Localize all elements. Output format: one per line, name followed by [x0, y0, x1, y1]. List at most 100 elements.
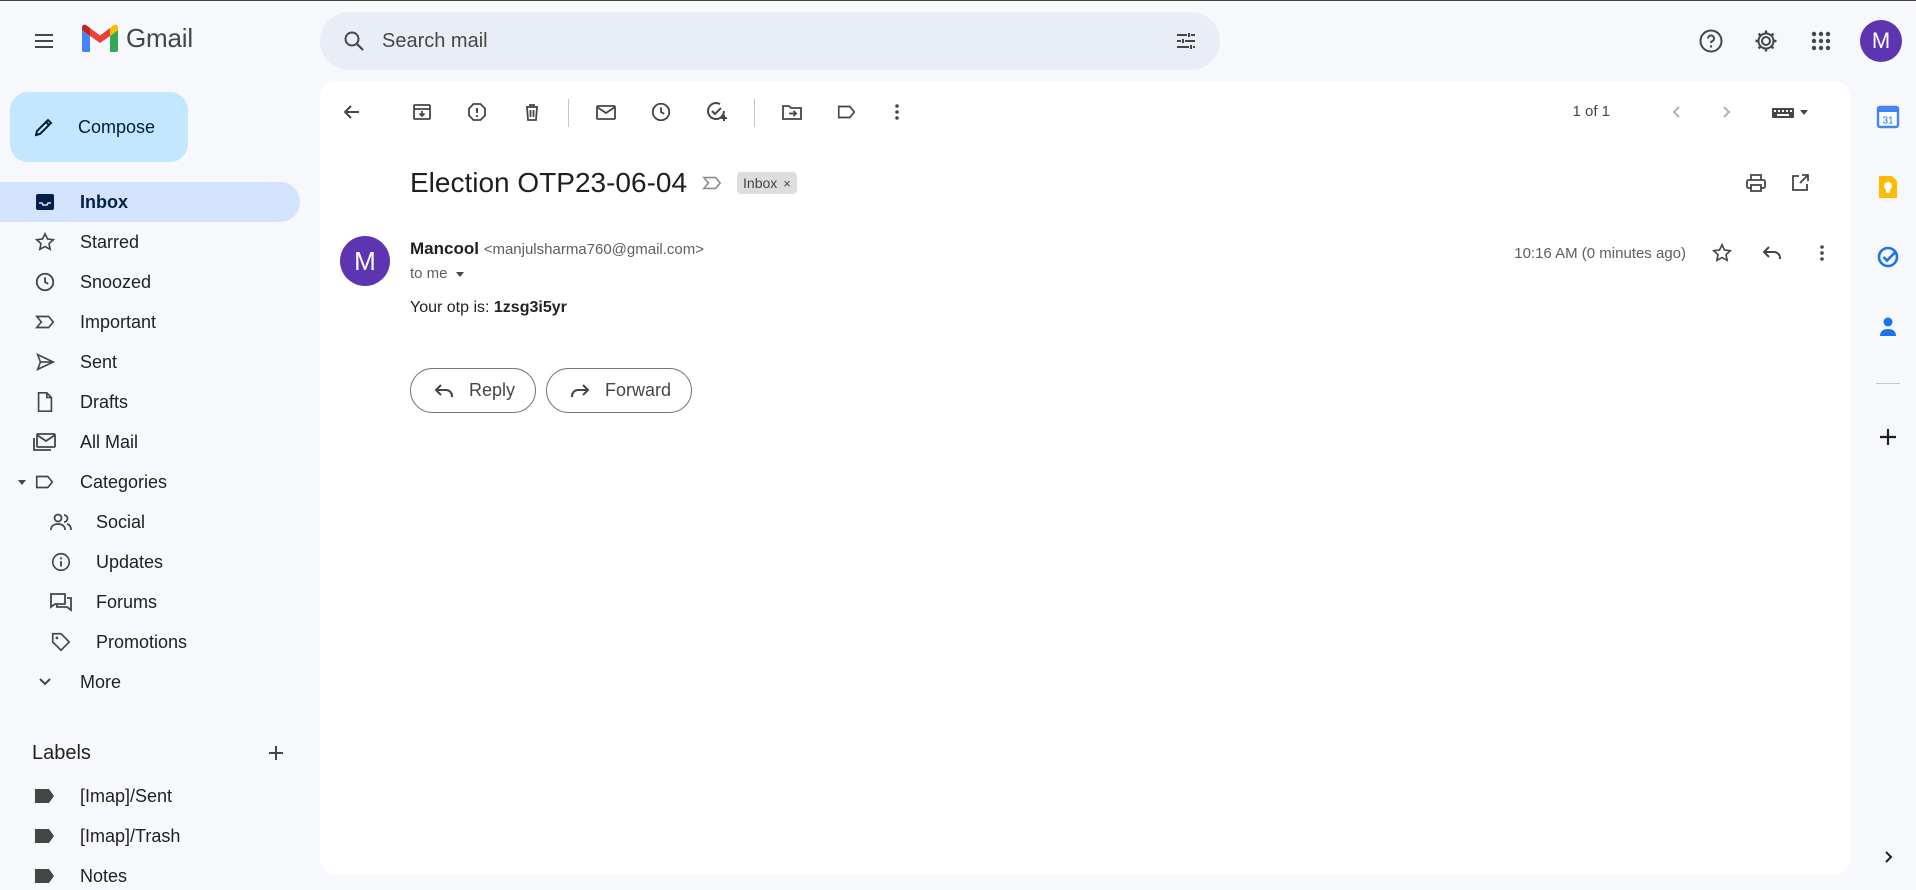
- back-button[interactable]: [332, 92, 372, 132]
- toolbar-divider: [754, 99, 755, 127]
- chip-text: Inbox: [743, 175, 778, 191]
- sidebar-item-categories[interactable]: Categories: [0, 462, 300, 502]
- message-view: 1 of 1 Election OTP23-06-04 Inbox × M Ma…: [320, 81, 1850, 875]
- people-icon: [48, 509, 74, 535]
- important-marker-icon[interactable]: [701, 174, 723, 192]
- account-avatar[interactable]: M: [1860, 20, 1902, 62]
- sender-avatar[interactable]: M: [340, 236, 390, 286]
- google-apps-button[interactable]: [1797, 17, 1845, 65]
- mark-unread-button[interactable]: [586, 92, 626, 132]
- sidebar-item-label: Starred: [80, 231, 140, 252]
- settings-button[interactable]: [1742, 17, 1790, 65]
- add-to-tasks-button[interactable]: [696, 92, 736, 132]
- sidebar-item-social[interactable]: Social: [0, 502, 300, 542]
- forum-icon: [48, 589, 74, 615]
- email-subject: Election OTP23-06-04: [410, 167, 688, 198]
- sidebar-item-inbox[interactable]: Inbox: [0, 182, 300, 222]
- archive-icon: [413, 104, 431, 120]
- gmail-logo[interactable]: Gmail: [80, 23, 193, 54]
- inbox-icon: [32, 189, 58, 215]
- label-filled-icon: [32, 823, 58, 849]
- sidebar-item-snoozed[interactable]: Snoozed: [0, 262, 300, 302]
- open-new-window-button[interactable]: [1780, 163, 1820, 203]
- search-options-button[interactable]: [1162, 17, 1210, 65]
- sidebar-item-updates[interactable]: Updates: [0, 542, 300, 582]
- message-time: 10:16 AM (0 minutes ago): [1514, 244, 1686, 262]
- sidebar-item-label: Updates: [96, 551, 164, 572]
- help-icon: [1699, 29, 1723, 53]
- calendar-icon: 31: [1876, 105, 1900, 129]
- search-button[interactable]: [326, 13, 382, 69]
- sidebar-item-sent[interactable]: Sent: [0, 342, 300, 382]
- search-input[interactable]: [382, 29, 1162, 53]
- label-item[interactable]: [Imap]/Sent: [0, 776, 300, 816]
- sidebar-item-starred[interactable]: Starred: [0, 222, 300, 262]
- more-vert-icon: [1820, 245, 1824, 261]
- sidebar-item-label: Inbox: [80, 191, 128, 212]
- star-icon: [32, 229, 58, 255]
- caret-down-icon[interactable]: [16, 476, 28, 488]
- snooze-button[interactable]: [641, 92, 681, 132]
- sidebar-item-more[interactable]: More: [0, 662, 300, 702]
- show-side-panel-button[interactable]: [1868, 837, 1908, 877]
- label-filled-icon: [32, 783, 58, 809]
- sidebar-item-promotions[interactable]: Promotions: [0, 622, 300, 662]
- label-item[interactable]: [Imap]/Trash: [0, 816, 300, 856]
- delete-button[interactable]: [512, 92, 552, 132]
- star-icon: [1711, 242, 1733, 262]
- sidebar-item-drafts[interactable]: Drafts: [0, 382, 300, 422]
- contacts-app-button[interactable]: [1868, 307, 1908, 347]
- forward-icon: [571, 383, 590, 397]
- input-tools-button[interactable]: [1760, 92, 1820, 132]
- sender-name[interactable]: Mancool: [410, 239, 479, 258]
- remove-label-button[interactable]: ×: [783, 176, 791, 191]
- plus-icon: [269, 746, 283, 760]
- all-mail-icon: [32, 429, 58, 455]
- label-item[interactable]: Notes: [0, 856, 300, 890]
- subject-row: Election OTP23-06-04 Inbox ×: [410, 167, 797, 199]
- sidebar-item-important[interactable]: Important: [0, 302, 300, 342]
- sidebar-item-label: All Mail: [80, 431, 139, 452]
- main-menu-button[interactable]: [20, 17, 68, 65]
- compose-button[interactable]: Compose: [10, 92, 188, 162]
- toolbar-divider: [568, 99, 569, 127]
- move-to-button[interactable]: [772, 92, 812, 132]
- tasks-app-button[interactable]: [1868, 237, 1908, 277]
- sidebar-item-forums[interactable]: Forums: [0, 582, 300, 622]
- message-meta: 10:16 AM (0 minutes ago): [1514, 231, 1850, 275]
- report-spam-button[interactable]: [457, 92, 497, 132]
- reply-button[interactable]: [1750, 231, 1794, 275]
- sidebar-item-label: More: [80, 671, 122, 692]
- message-more-button[interactable]: [1800, 231, 1844, 275]
- print-all-button[interactable]: [1736, 163, 1776, 203]
- otp-code: 1zsg3i5yr: [493, 299, 567, 316]
- reply-pill-button[interactable]: Reply: [410, 368, 537, 413]
- newer-button[interactable]: [1657, 92, 1697, 132]
- calendar-app-button[interactable]: 31: [1868, 97, 1908, 137]
- gear-icon: [1755, 30, 1777, 52]
- forward-pill-button[interactable]: Forward: [546, 368, 693, 413]
- body-text: Your otp is:: [410, 299, 494, 316]
- plus-icon: [1880, 429, 1896, 445]
- keep-app-button[interactable]: [1868, 167, 1908, 207]
- chevron-left-icon: [1672, 106, 1680, 118]
- labels-button[interactable]: [827, 92, 867, 132]
- recipient-line[interactable]: to me: [410, 265, 466, 282]
- reply-label: Reply: [469, 380, 516, 400]
- get-addons-button[interactable]: [1868, 417, 1908, 457]
- sidebar-item-label: Categories: [80, 471, 168, 492]
- sender-line: Mancool <manjulsharma760@gmail.com>: [410, 239, 704, 259]
- star-button[interactable]: [1700, 231, 1744, 275]
- more-actions-button[interactable]: [877, 92, 917, 132]
- sidebar-item-all-mail[interactable]: All Mail: [0, 422, 300, 462]
- recipient-text: to me: [410, 265, 448, 282]
- more-vert-icon: [895, 104, 899, 120]
- archive-button[interactable]: [402, 92, 442, 132]
- top-right-actions: M: [1687, 17, 1916, 65]
- create-label-button[interactable]: [258, 735, 294, 771]
- support-button[interactable]: [1687, 17, 1735, 65]
- older-button[interactable]: [1706, 92, 1746, 132]
- labels-title: Labels: [32, 741, 91, 764]
- sidebar-item-label: Promotions: [96, 631, 188, 652]
- reply-actions: Reply Forward: [410, 368, 693, 413]
